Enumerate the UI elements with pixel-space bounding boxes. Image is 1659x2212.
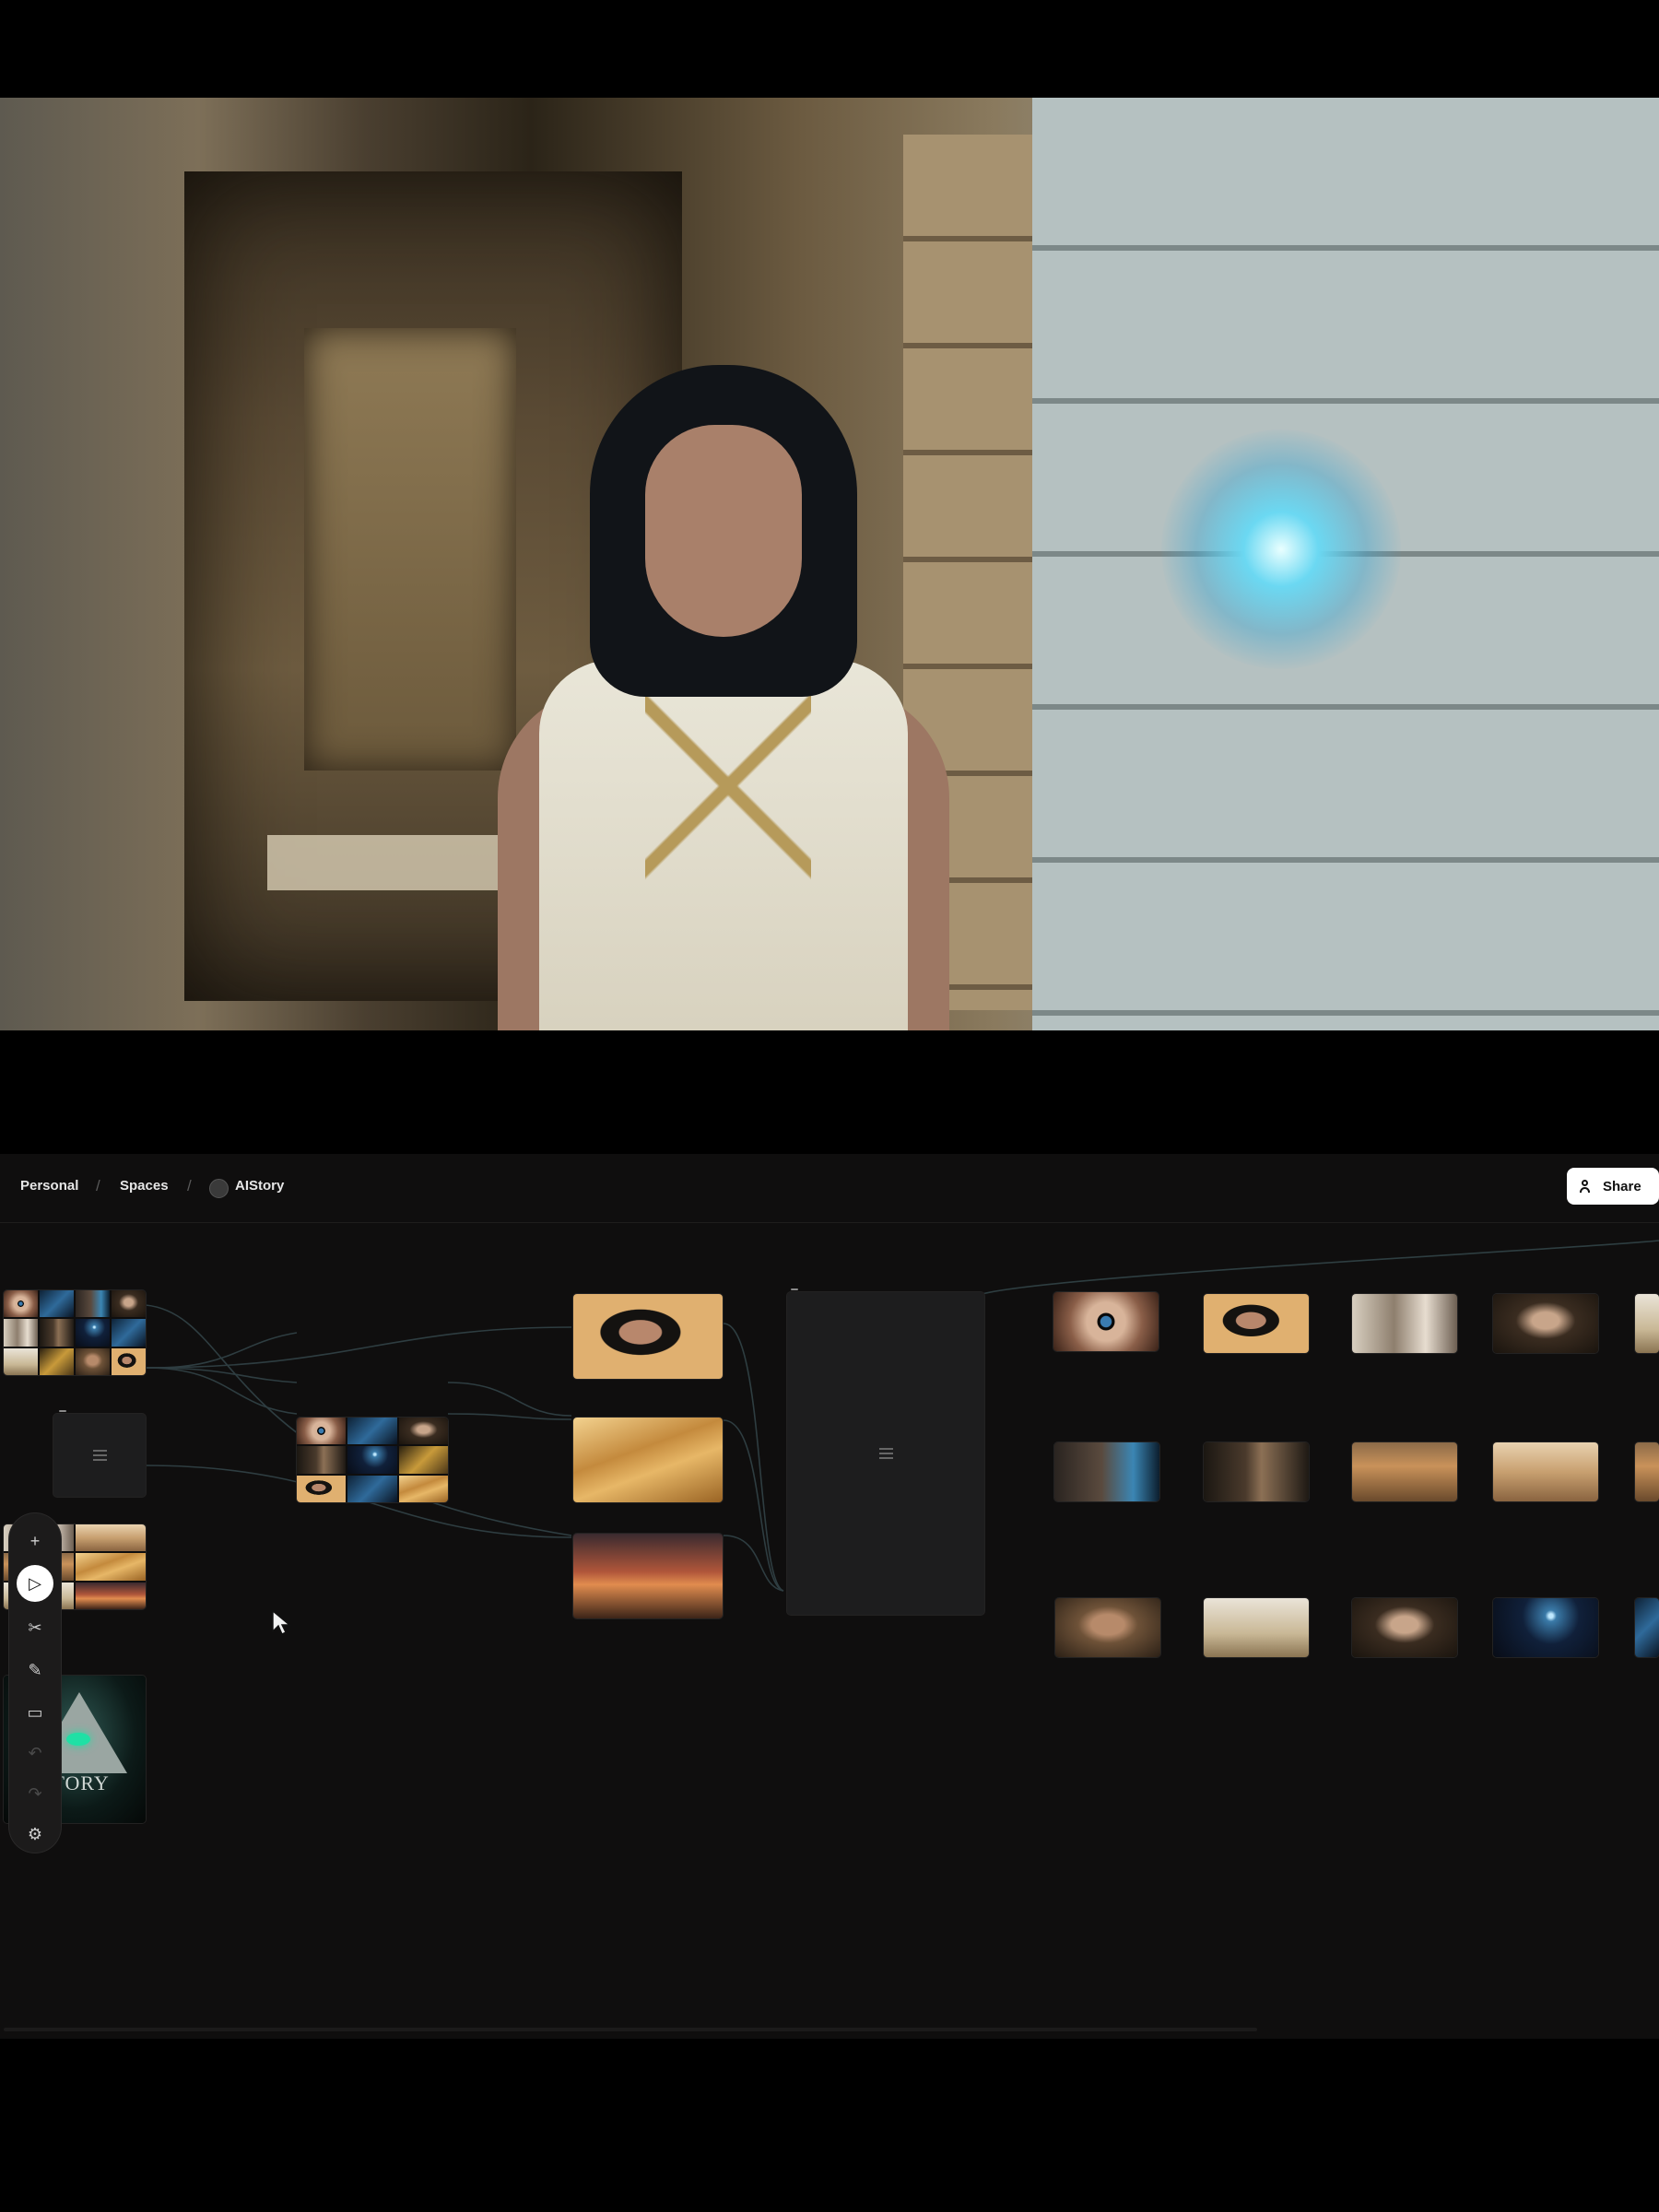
node-canvas-app: Personal / Spaces / AIStory Share STORY … [0, 1154, 1659, 2039]
thumb [76, 1524, 146, 1552]
video-frame [0, 98, 1659, 1030]
thumb [112, 1347, 146, 1375]
node-handle[interactable] [59, 1410, 66, 1412]
shot-node[interactable] [1352, 1598, 1457, 1657]
thumb [297, 1475, 347, 1502]
shot-node[interactable] [1493, 1598, 1598, 1657]
link [976, 1240, 1659, 1297]
breadcrumb-separator: / [187, 1177, 192, 1194]
thumb [297, 1446, 347, 1474]
scissors-icon[interactable]: ✂ [17, 1609, 53, 1646]
share-button[interactable]: Share [1567, 1168, 1659, 1205]
thumb [76, 1347, 110, 1375]
dress-gold-trim [645, 688, 811, 900]
shot-node[interactable] [1204, 1294, 1309, 1353]
thumb [4, 1319, 38, 1347]
thumb [76, 1553, 146, 1581]
image-grid-node[interactable] [4, 1290, 146, 1375]
shot-node[interactable] [1204, 1598, 1309, 1657]
thumb [76, 1319, 110, 1347]
link [145, 1332, 298, 1369]
list-node-large[interactable] [787, 1292, 984, 1615]
thumb [4, 1347, 38, 1375]
horizontal-scrollbar[interactable] [4, 2028, 1257, 2031]
link [145, 1367, 298, 1383]
breadcrumb-separator: / [96, 1177, 100, 1194]
shot-node[interactable] [1352, 1442, 1457, 1501]
thumb [347, 1418, 397, 1445]
shot-node[interactable] [1055, 1598, 1160, 1657]
breadcrumb-personal[interactable]: Personal [20, 1178, 78, 1194]
shot-node[interactable] [1493, 1294, 1598, 1353]
thumb [76, 1290, 110, 1318]
thumb [4, 1290, 38, 1318]
shot-node[interactable] [1635, 1598, 1659, 1657]
image-grid-node[interactable] [297, 1418, 448, 1502]
gear-icon[interactable]: ⚙ [17, 1816, 53, 1853]
link [723, 1323, 784, 1592]
node-handle[interactable] [791, 1288, 798, 1290]
thumb [347, 1475, 397, 1502]
list-icon [878, 1448, 893, 1459]
link [447, 1382, 572, 1417]
link [145, 1367, 298, 1415]
shot-node[interactable] [1635, 1294, 1659, 1353]
shot-node[interactable] [1054, 1442, 1159, 1501]
thumb [398, 1446, 448, 1474]
keyframe-node-dunes[interactable] [573, 1418, 723, 1502]
keyframe-node-pyramid[interactable] [573, 1534, 723, 1618]
plus-icon[interactable]: + [17, 1523, 53, 1559]
shot-node[interactable] [1635, 1442, 1659, 1501]
figure-face [645, 425, 802, 637]
breadcrumb-space-name[interactable]: AIStory [235, 1178, 284, 1194]
list-icon [92, 1450, 107, 1461]
thumb [40, 1290, 74, 1318]
people-icon [1580, 1180, 1594, 1193]
thumb [347, 1446, 397, 1474]
shot-node[interactable] [1493, 1442, 1598, 1501]
space-avatar-icon [209, 1179, 229, 1198]
comment-icon[interactable]: ▭ [17, 1694, 53, 1731]
shot-node[interactable] [1204, 1442, 1309, 1501]
thumb [40, 1347, 74, 1375]
lit-floor [267, 835, 525, 890]
eye-icon [66, 1733, 90, 1746]
redo-icon[interactable]: ↷ [17, 1775, 53, 1812]
share-button-label: Share [1603, 1178, 1641, 1194]
keyframe-node-woman-desert[interactable] [573, 1294, 723, 1379]
thumb [76, 1582, 146, 1609]
undo-icon[interactable]: ↶ [17, 1735, 53, 1771]
thumb [112, 1290, 146, 1318]
list-node[interactable] [53, 1414, 146, 1497]
thumb [297, 1418, 347, 1445]
thumb [398, 1418, 448, 1445]
pointer-icon[interactable]: ▷ [17, 1565, 53, 1602]
breadcrumb-spaces[interactable]: Spaces [120, 1178, 169, 1194]
thumb [112, 1319, 146, 1347]
thumb [40, 1319, 74, 1347]
shot-node[interactable] [1053, 1292, 1159, 1351]
pen-icon[interactable]: ✎ [17, 1652, 53, 1688]
blue-light-flare [1161, 429, 1401, 669]
shot-node[interactable] [1352, 1294, 1457, 1353]
far-doorway [304, 328, 516, 771]
canvas-toolbar: + ▷ ✂ ✎ ▭ ↶ ↷ ⚙ [9, 1513, 61, 1853]
thumb [398, 1475, 448, 1502]
mouse-cursor-icon [272, 1609, 291, 1635]
top-bar: Personal / Spaces / AIStory Share [0, 1154, 1659, 1223]
link [723, 1419, 784, 1592]
